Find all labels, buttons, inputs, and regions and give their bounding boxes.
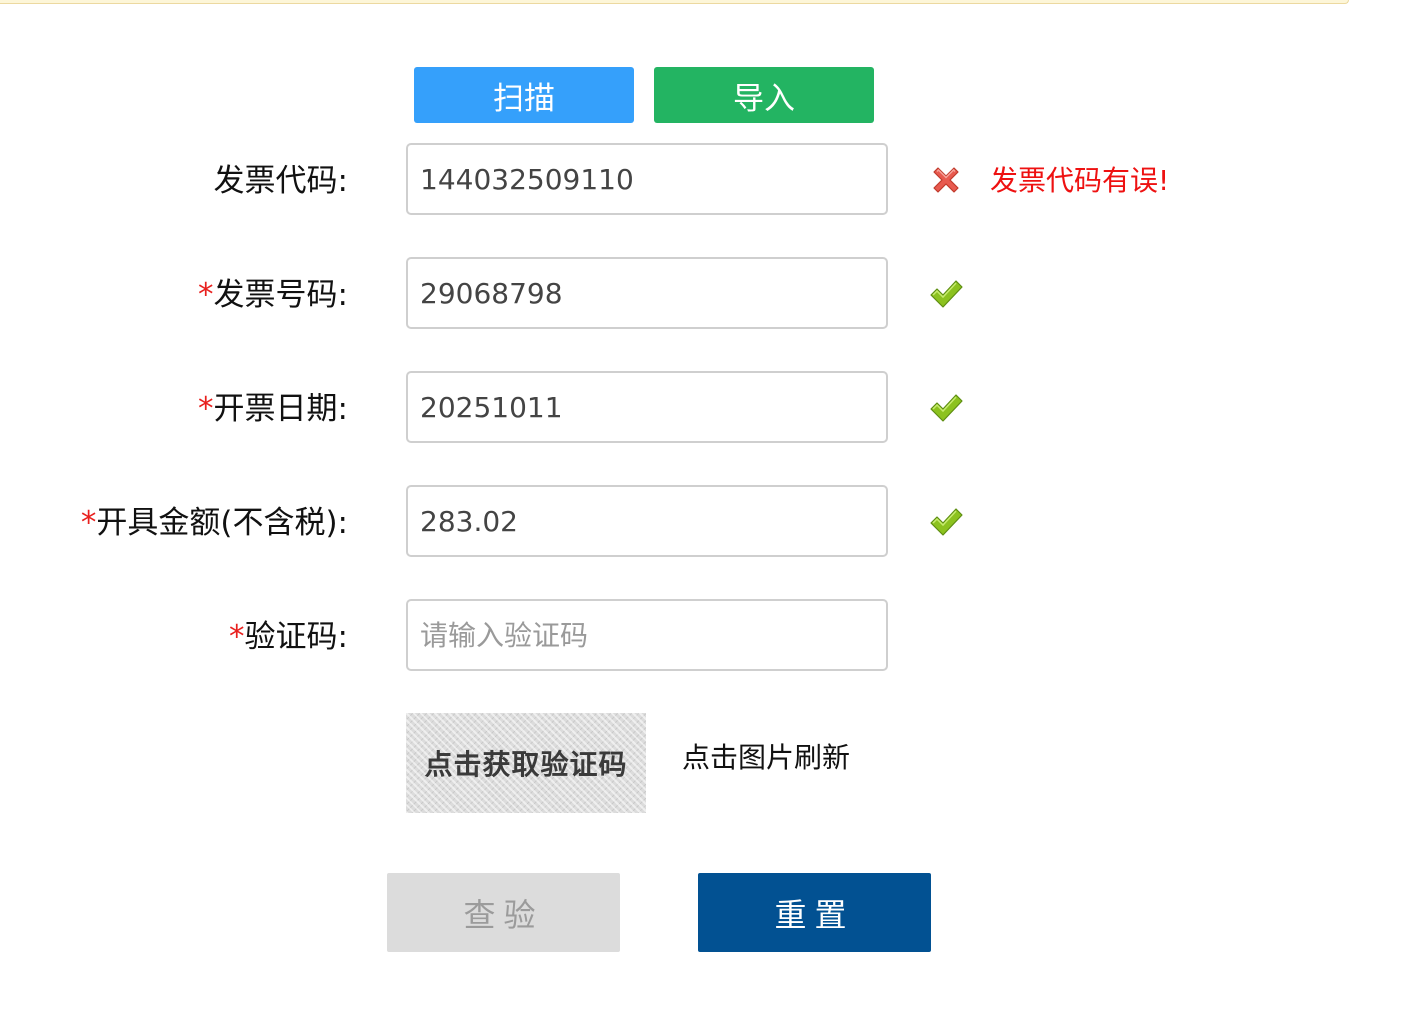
invoice-number-input[interactable] bbox=[406, 257, 888, 329]
invoice-number-label: *发票号码: bbox=[198, 275, 348, 315]
required-mark: * bbox=[80, 505, 97, 541]
check-button[interactable]: 查验 bbox=[387, 873, 620, 952]
invoice-code-error-text: 发票代码有误! bbox=[990, 164, 1170, 197]
invoice-date-input[interactable] bbox=[406, 371, 888, 443]
required-mark: * bbox=[229, 619, 245, 655]
amount-label-text: 开具金额(不含税): bbox=[96, 505, 348, 541]
captcha-image[interactable]: 点击获取验证码 bbox=[406, 713, 646, 813]
check-button-label: 查验 bbox=[463, 895, 544, 934]
captcha-label-text: 验证码: bbox=[244, 619, 348, 655]
amount-input[interactable] bbox=[406, 485, 888, 557]
invoice-code-label-text: 发票代码: bbox=[213, 163, 348, 199]
captcha-input[interactable] bbox=[406, 599, 888, 671]
invoice-code-input[interactable] bbox=[406, 143, 888, 215]
check-icon bbox=[930, 280, 963, 308]
invoice-code-label: 发票代码: bbox=[214, 161, 348, 201]
import-button[interactable]: 导入 bbox=[654, 67, 874, 123]
captcha-refresh-hint[interactable]: 点击图片刷新 bbox=[682, 738, 850, 778]
import-button-label: 导入 bbox=[733, 80, 795, 117]
check-icon bbox=[930, 394, 963, 422]
error-x-icon bbox=[933, 167, 959, 193]
reset-button-label: 重置 bbox=[774, 895, 855, 934]
captcha-image-text: 点击获取验证码 bbox=[424, 748, 628, 781]
scan-button[interactable]: 扫描 bbox=[414, 67, 634, 123]
required-mark: * bbox=[198, 277, 214, 313]
reset-button[interactable]: 重置 bbox=[698, 873, 931, 952]
scan-button-label: 扫描 bbox=[493, 80, 555, 117]
invoice-number-label-text: 发票号码: bbox=[213, 277, 348, 313]
captcha-label: *验证码: bbox=[229, 617, 348, 657]
invoice-date-label: *开票日期: bbox=[198, 389, 348, 429]
top-notice-strip bbox=[0, 0, 1349, 4]
amount-label: *开具金额(不含税): bbox=[81, 503, 348, 543]
invoice-date-label-text: 开票日期: bbox=[213, 391, 348, 427]
check-icon bbox=[930, 508, 963, 536]
required-mark: * bbox=[198, 391, 214, 427]
